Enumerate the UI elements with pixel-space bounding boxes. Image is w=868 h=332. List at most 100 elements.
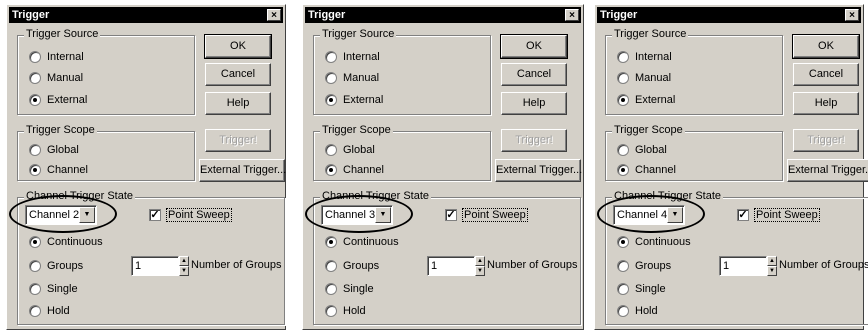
ok-button[interactable]: OK bbox=[204, 34, 272, 59]
groups-count-input[interactable]: 1 bbox=[131, 256, 179, 276]
point-sweep-checkbox-box[interactable]: ✓ bbox=[149, 209, 161, 221]
radio-external[interactable]: External bbox=[617, 93, 675, 107]
radio-internal-indicator[interactable] bbox=[617, 51, 629, 63]
channel-select[interactable]: Channel 4 ▼ bbox=[613, 205, 685, 225]
dialog-title-bar[interactable]: Trigger × bbox=[305, 7, 581, 23]
radio-groups-indicator[interactable] bbox=[29, 260, 41, 272]
radio-global[interactable]: Global bbox=[29, 143, 79, 157]
radio-internal[interactable]: Internal bbox=[617, 50, 672, 64]
radio-manual[interactable]: Manual bbox=[29, 71, 83, 85]
close-button[interactable]: × bbox=[565, 9, 579, 21]
cancel-button[interactable]: Cancel bbox=[793, 63, 859, 86]
groups-count-input[interactable]: 1 bbox=[427, 256, 475, 276]
radio-continuous[interactable]: Continuous bbox=[29, 235, 103, 249]
radio-channel[interactable]: Channel bbox=[325, 163, 384, 177]
radio-channel-indicator[interactable] bbox=[325, 164, 337, 176]
radio-continuous-indicator[interactable] bbox=[29, 236, 41, 248]
spin-up-icon[interactable]: ▲ bbox=[179, 256, 189, 266]
radio-groups[interactable]: Groups bbox=[617, 259, 671, 273]
radio-global-indicator[interactable] bbox=[617, 144, 629, 156]
radio-internal-indicator[interactable] bbox=[325, 51, 337, 63]
radio-groups-indicator[interactable] bbox=[617, 260, 629, 272]
point-sweep-checkbox[interactable]: ✓ Point Sweep bbox=[737, 208, 820, 222]
trigger-button[interactable]: Trigger! bbox=[793, 129, 859, 152]
radio-channel-indicator[interactable] bbox=[29, 164, 41, 176]
radio-continuous[interactable]: Continuous bbox=[617, 235, 691, 249]
ok-button[interactable]: OK bbox=[500, 34, 568, 59]
radio-internal[interactable]: Internal bbox=[29, 50, 84, 64]
point-sweep-checkbox[interactable]: ✓ Point Sweep bbox=[445, 208, 528, 222]
radio-global[interactable]: Global bbox=[325, 143, 375, 157]
dialog-title-bar[interactable]: Trigger × bbox=[9, 7, 283, 23]
radio-channel[interactable]: Channel bbox=[617, 163, 676, 177]
channel-select[interactable]: Channel 2 ▼ bbox=[25, 205, 97, 225]
cancel-button[interactable]: Cancel bbox=[501, 63, 567, 86]
radio-channel[interactable]: Channel bbox=[29, 163, 88, 177]
groups-count-input[interactable]: 1 bbox=[719, 256, 767, 276]
radio-hold[interactable]: Hold bbox=[29, 304, 70, 318]
radio-groups-indicator[interactable] bbox=[325, 260, 337, 272]
chevron-down-icon[interactable]: ▼ bbox=[79, 207, 95, 223]
close-button[interactable]: × bbox=[267, 9, 281, 21]
radio-external[interactable]: External bbox=[29, 93, 87, 107]
channel-select[interactable]: Channel 3 ▼ bbox=[321, 205, 393, 225]
trigger-button[interactable]: Trigger! bbox=[205, 129, 271, 152]
close-button[interactable]: × bbox=[845, 9, 859, 21]
radio-external[interactable]: External bbox=[325, 93, 383, 107]
radio-manual[interactable]: Manual bbox=[325, 71, 379, 85]
radio-single[interactable]: Single bbox=[325, 282, 374, 296]
radio-single-indicator[interactable] bbox=[325, 283, 337, 295]
help-button[interactable]: Help bbox=[501, 92, 567, 115]
groups-count-spinner[interactable]: ▲ ▼ bbox=[475, 256, 485, 276]
radio-external-indicator[interactable] bbox=[617, 94, 629, 106]
external-trigger-button[interactable]: External Trigger... bbox=[787, 159, 868, 182]
spin-down-icon[interactable]: ▼ bbox=[179, 266, 189, 276]
point-sweep-checkbox-box[interactable]: ✓ bbox=[445, 209, 457, 221]
chevron-down-icon[interactable]: ▼ bbox=[667, 207, 683, 223]
radio-continuous[interactable]: Continuous bbox=[325, 235, 399, 249]
radio-groups[interactable]: Groups bbox=[325, 259, 379, 273]
groups-count-spinner[interactable]: ▲ ▼ bbox=[179, 256, 189, 276]
radio-global-indicator[interactable] bbox=[29, 144, 41, 156]
radio-hold-indicator[interactable] bbox=[325, 305, 337, 317]
radio-internal[interactable]: Internal bbox=[325, 50, 380, 64]
dialog-title-bar[interactable]: Trigger × bbox=[597, 7, 861, 23]
radio-hold-indicator[interactable] bbox=[29, 305, 41, 317]
radio-single[interactable]: Single bbox=[29, 282, 78, 296]
spin-down-icon[interactable]: ▼ bbox=[475, 266, 485, 276]
radio-continuous-indicator[interactable] bbox=[325, 236, 337, 248]
radio-hold[interactable]: Hold bbox=[617, 304, 658, 318]
spin-up-icon[interactable]: ▲ bbox=[475, 256, 485, 266]
radio-hold[interactable]: Hold bbox=[325, 304, 366, 318]
cancel-button[interactable]: Cancel bbox=[205, 63, 271, 86]
radio-channel-indicator[interactable] bbox=[617, 164, 629, 176]
radio-groups[interactable]: Groups bbox=[29, 259, 83, 273]
radio-single-indicator[interactable] bbox=[617, 283, 629, 295]
radio-single-indicator[interactable] bbox=[29, 283, 41, 295]
radio-manual-indicator[interactable] bbox=[325, 72, 337, 84]
radio-manual-indicator[interactable] bbox=[29, 72, 41, 84]
radio-single[interactable]: Single bbox=[617, 282, 666, 296]
radio-continuous-indicator[interactable] bbox=[617, 236, 629, 248]
radio-external-indicator[interactable] bbox=[29, 94, 41, 106]
radio-hold-indicator[interactable] bbox=[617, 305, 629, 317]
radio-internal-indicator[interactable] bbox=[29, 51, 41, 63]
spin-down-icon[interactable]: ▼ bbox=[767, 266, 777, 276]
chevron-down-icon[interactable]: ▼ bbox=[375, 207, 391, 223]
ok-button[interactable]: OK bbox=[792, 34, 860, 59]
help-button[interactable]: Help bbox=[793, 92, 859, 115]
external-trigger-button[interactable]: External Trigger... bbox=[199, 159, 286, 182]
groups-count-spinner[interactable]: ▲ ▼ bbox=[767, 256, 777, 276]
trigger-button[interactable]: Trigger! bbox=[501, 129, 567, 152]
help-button[interactable]: Help bbox=[205, 92, 271, 115]
radio-manual-indicator[interactable] bbox=[617, 72, 629, 84]
point-sweep-checkbox-box[interactable]: ✓ bbox=[737, 209, 749, 221]
spin-up-icon[interactable]: ▲ bbox=[767, 256, 777, 266]
radio-global-indicator[interactable] bbox=[325, 144, 337, 156]
radio-manual[interactable]: Manual bbox=[617, 71, 671, 85]
radio-external-indicator[interactable] bbox=[325, 94, 337, 106]
point-sweep-checkbox[interactable]: ✓ Point Sweep bbox=[149, 208, 232, 222]
radio-global[interactable]: Global bbox=[617, 143, 667, 157]
close-icon: × bbox=[569, 10, 575, 21]
external-trigger-button[interactable]: External Trigger... bbox=[495, 159, 582, 182]
